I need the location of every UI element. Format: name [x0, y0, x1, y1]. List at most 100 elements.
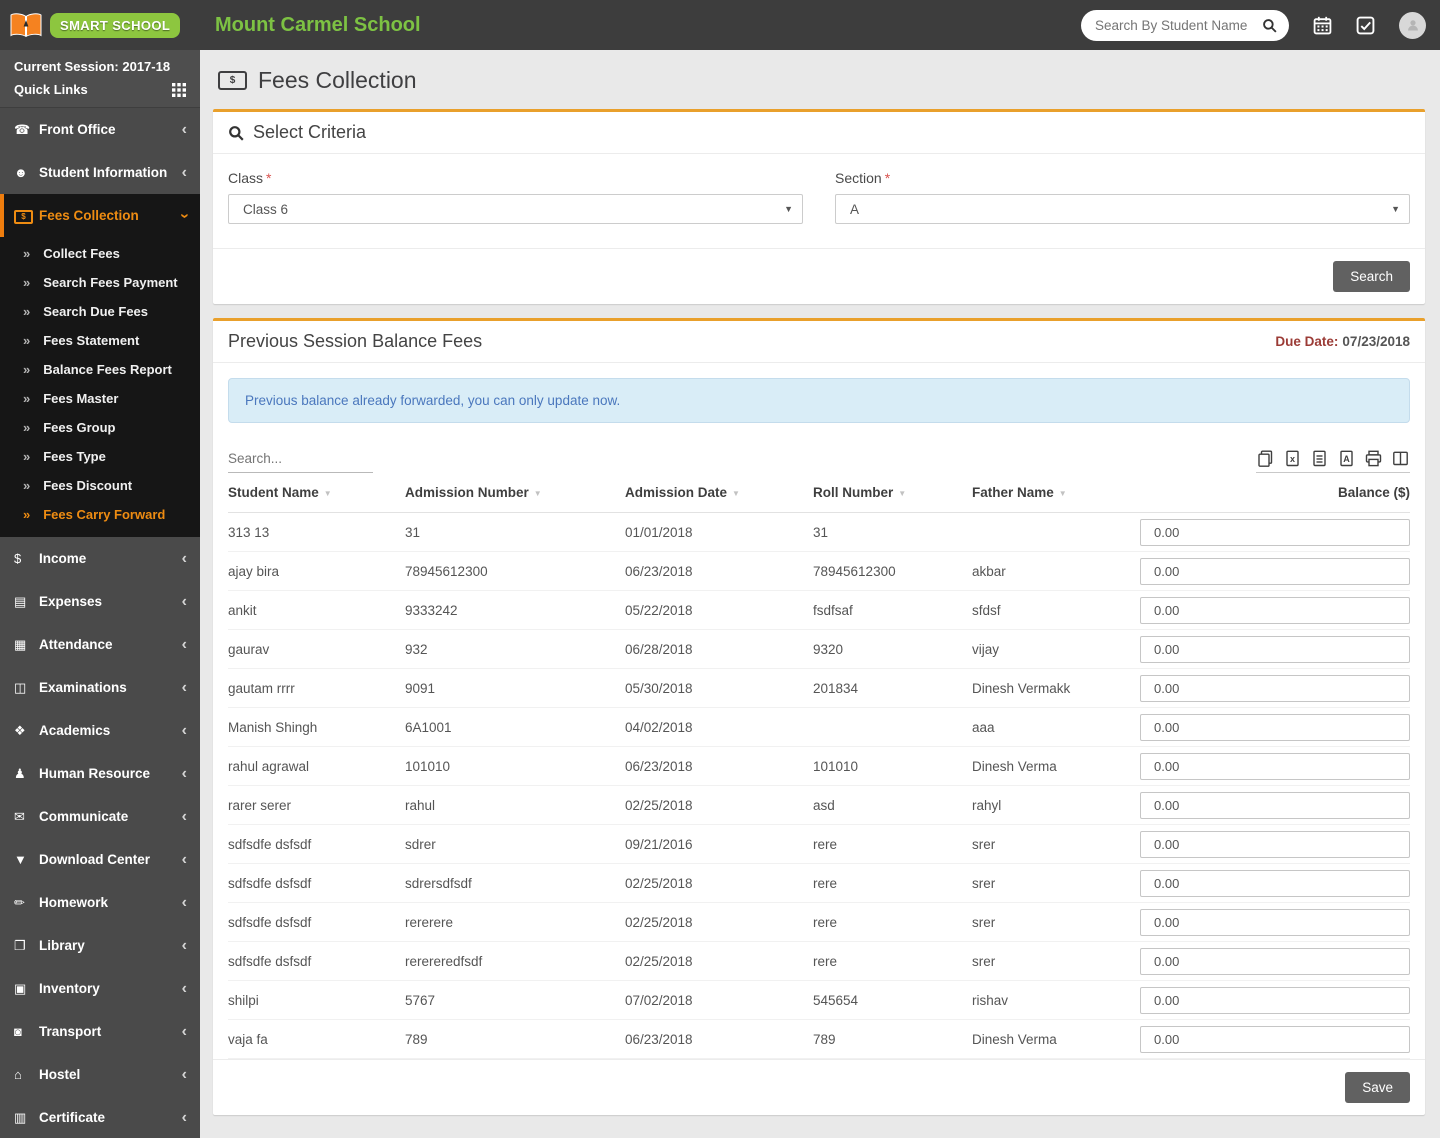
balance-input[interactable]	[1140, 557, 1410, 585]
sidebar-item-human-resource[interactable]: ♟ Human Resource ‹	[0, 752, 200, 795]
user-avatar[interactable]	[1399, 11, 1426, 39]
search-button[interactable]: Search	[1333, 261, 1410, 292]
sidebar-item-student-information[interactable]: ☻ Student Information ‹	[0, 151, 200, 194]
sidebar-subitem-search-due-fees[interactable]: » Search Due Fees	[0, 297, 200, 326]
balance-input[interactable]	[1140, 986, 1410, 1014]
balance-input[interactable]	[1140, 947, 1410, 975]
human-resource-icon: ♟	[14, 765, 26, 781]
balance-input[interactable]	[1140, 518, 1410, 546]
student-name-cell: shilpi	[228, 980, 405, 1020]
csv-export-icon[interactable]	[1311, 450, 1328, 467]
communicate-icon: ✉	[14, 808, 25, 824]
column-header[interactable]: Father Name ▼	[972, 477, 1138, 513]
sidebar-item-income[interactable]: $ Income ‹	[0, 537, 200, 580]
roll-number-cell: rere	[813, 941, 972, 981]
balance-input[interactable]	[1140, 830, 1410, 858]
hostel-icon: ⌂	[14, 1067, 22, 1082]
fees-table: Student Name ▼ Admission Number ▼ Admission …	[228, 477, 1410, 1059]
roll-number-cell: rere	[813, 902, 972, 942]
sort-caret-icon: ▼	[1058, 489, 1067, 498]
required-asterisk: *	[884, 170, 891, 186]
academics-icon: ❖	[14, 722, 26, 738]
sidebar-item-transport[interactable]: ◙ Transport ‹	[0, 1010, 200, 1053]
balance-input[interactable]	[1140, 713, 1410, 741]
sidebar-item-attendance[interactable]: ▦ Attendance ‹	[0, 623, 200, 666]
column-header[interactable]: Student Name ▼	[228, 477, 405, 513]
sidebar-item-library[interactable]: ❐ Library ‹	[0, 924, 200, 967]
balance-fees-header: Previous Session Balance Fees Due Date: 0…	[213, 321, 1425, 363]
sidebar-item-label: Student Information	[39, 165, 168, 180]
sidebar-subitem-fees-master[interactable]: » Fees Master	[0, 384, 200, 413]
sidebar-subitem-fees-discount[interactable]: » Fees Discount	[0, 471, 200, 500]
column-header[interactable]: Roll Number ▼	[813, 477, 972, 513]
excel-export-icon[interactable]: x	[1284, 450, 1301, 467]
sidebar-subitem-fees-statement[interactable]: » Fees Statement	[0, 326, 200, 355]
save-button[interactable]: Save	[1345, 1072, 1410, 1103]
sidebar-item-front-office[interactable]: ☎ Front Office ‹	[0, 108, 200, 151]
sidebar-item-academics[interactable]: ❖ Academics ‹	[0, 709, 200, 752]
roll-number-cell: 78945612300	[813, 551, 972, 591]
sidebar-item-download-center[interactable]: ▼ Download Center ‹	[0, 838, 200, 881]
income-icon: $	[14, 551, 22, 566]
column-header[interactable]: Admission Number ▼	[405, 477, 625, 513]
quick-links[interactable]: Quick Links	[14, 82, 186, 97]
balance-input[interactable]	[1140, 791, 1410, 819]
student-row: 313 13 31 01/01/2018 31	[228, 512, 1410, 552]
balance-input[interactable]	[1140, 674, 1410, 702]
balance-input[interactable]	[1140, 752, 1410, 780]
class-select[interactable]: Class 6 ▼	[228, 194, 803, 224]
sidebar-item-certificate[interactable]: ▥ Certificate ‹	[0, 1096, 200, 1138]
student-name-cell: sdfsdfe dsfsdf	[228, 863, 405, 903]
sidebar-subitem-search-fees-payment[interactable]: » Search Fees Payment	[0, 268, 200, 297]
sidebar: Current Session: 2017-18 Quick Links ☎ Fr…	[0, 50, 200, 1138]
brand-logo[interactable]: SMART SCHOOL	[0, 0, 200, 50]
father-name-cell: Dinesh Vermakk	[972, 668, 1138, 708]
sidebar-subitem-collect-fees[interactable]: » Collect Fees	[0, 239, 200, 268]
sidebar-item-expenses[interactable]: ▤ Expenses ‹	[0, 580, 200, 623]
sidebar-item-fees-collection[interactable]: $ Fees Collection ‹	[0, 194, 200, 237]
student-search-input[interactable]	[1093, 16, 1256, 34]
column-visibility-icon[interactable]	[1392, 450, 1409, 467]
table-search-input[interactable]	[228, 448, 373, 473]
pdf-export-icon[interactable]: A	[1338, 450, 1355, 467]
sidebar-subitem-fees-carry-forward[interactable]: » Fees Carry Forward	[0, 500, 200, 529]
sort-caret-icon: ▼	[732, 489, 740, 498]
search-icon[interactable]	[1262, 18, 1277, 33]
chevron-left-icon: ‹	[181, 163, 187, 181]
sidebar-item-communicate[interactable]: ✉ Communicate ‹	[0, 795, 200, 838]
balance-input[interactable]	[1140, 635, 1410, 663]
sidebar-subitem-fees-group[interactable]: » Fees Group	[0, 413, 200, 442]
student-row: rahul agrawal 101010 06/23/2018 101010 Dines…	[228, 746, 1410, 786]
sidebar-item-hostel[interactable]: ⌂ Hostel ‹	[0, 1053, 200, 1096]
section-select[interactable]: A ▼	[835, 194, 1410, 224]
admission-number-cell: 31	[405, 512, 625, 552]
print-icon[interactable]	[1365, 450, 1382, 467]
sidebar-item-label: Library	[39, 938, 85, 953]
admission-number-cell: 6A1001	[405, 707, 625, 747]
calendar-icon[interactable]	[1313, 16, 1332, 35]
sidebar-item-examinations[interactable]: ◫ Examinations ‹	[0, 666, 200, 709]
sidebar-item-inventory[interactable]: ▣ Inventory ‹	[0, 967, 200, 1010]
balance-input[interactable]	[1140, 869, 1410, 897]
balance-input[interactable]	[1140, 596, 1410, 624]
current-session-label: Current Session: 2017-18	[14, 59, 171, 74]
sidebar-item-homework[interactable]: ✏ Homework ‹	[0, 881, 200, 924]
roll-number-cell: fsdfsaf	[813, 590, 972, 630]
admission-number-cell: sdrersdfsdf	[405, 863, 625, 903]
sidebar-subitem-balance-fees-report[interactable]: » Balance Fees Report	[0, 355, 200, 384]
balance-input[interactable]	[1140, 908, 1410, 936]
balance-input[interactable]	[1140, 1025, 1410, 1053]
sidebar-item-label: Transport	[39, 1024, 102, 1039]
tasks-check-square-icon[interactable]	[1356, 16, 1375, 35]
sidebar-subitem-label: Fees Statement	[43, 333, 140, 348]
copy-export-icon[interactable]	[1257, 450, 1274, 467]
brand-logo-text: SMART SCHOOL	[50, 12, 181, 38]
chevron-left-icon: ‹	[181, 549, 187, 567]
sidebar-item-label: Download Center	[39, 852, 151, 867]
sidebar-item-label: Income	[39, 551, 87, 566]
select-criteria-header: Select Criteria	[213, 112, 1425, 154]
balance-cell	[1138, 668, 1410, 708]
column-header[interactable]: Admission Date ▼	[625, 477, 813, 513]
sidebar-subitem-fees-type[interactable]: » Fees Type	[0, 442, 200, 471]
export-toolbar: x A	[1256, 450, 1410, 473]
